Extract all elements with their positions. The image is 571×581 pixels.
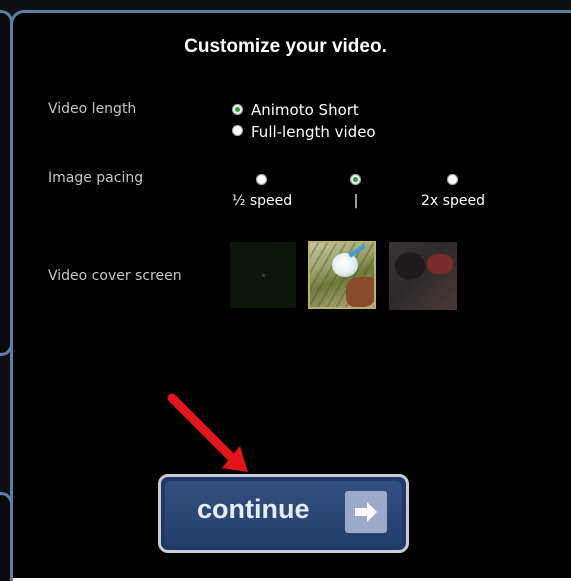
double-speed-label[interactable]: 2x speed [408,193,498,209]
normal-speed-radio[interactable] [350,174,361,185]
animoto-short-radio[interactable] [232,104,243,115]
normal-speed-label[interactable]: | [336,193,376,209]
dialog-title: Customize your video. [184,36,387,57]
video-length-label: Video length [48,101,137,117]
arrow-right-icon [345,491,387,533]
shoe-shape [346,277,374,307]
dark-object-shape [395,252,425,280]
cover-thumbnail-1[interactable] [230,242,296,308]
video-cover-screen-label: Video cover screen [48,268,182,284]
dark-green-frame-icon [262,274,265,277]
image-pacing-label: Image pacing [48,170,144,186]
animoto-short-label[interactable]: Animoto Short [251,101,359,119]
cover-thumbnail-3[interactable] [389,242,457,310]
continue-button[interactable]: continue [158,474,409,553]
annotation-arrow-icon [167,393,248,472]
full-length-radio[interactable] [232,125,243,136]
red-object-shape [427,254,453,274]
cover-thumbnail-2-selected[interactable] [308,241,376,309]
double-speed-radio[interactable] [447,174,458,185]
continue-button-label: continue [197,494,310,524]
half-speed-radio[interactable] [256,174,267,185]
half-speed-label[interactable]: ½ speed [222,193,302,209]
cup-shape [332,253,358,277]
full-length-label[interactable]: Full-length video [251,123,376,141]
